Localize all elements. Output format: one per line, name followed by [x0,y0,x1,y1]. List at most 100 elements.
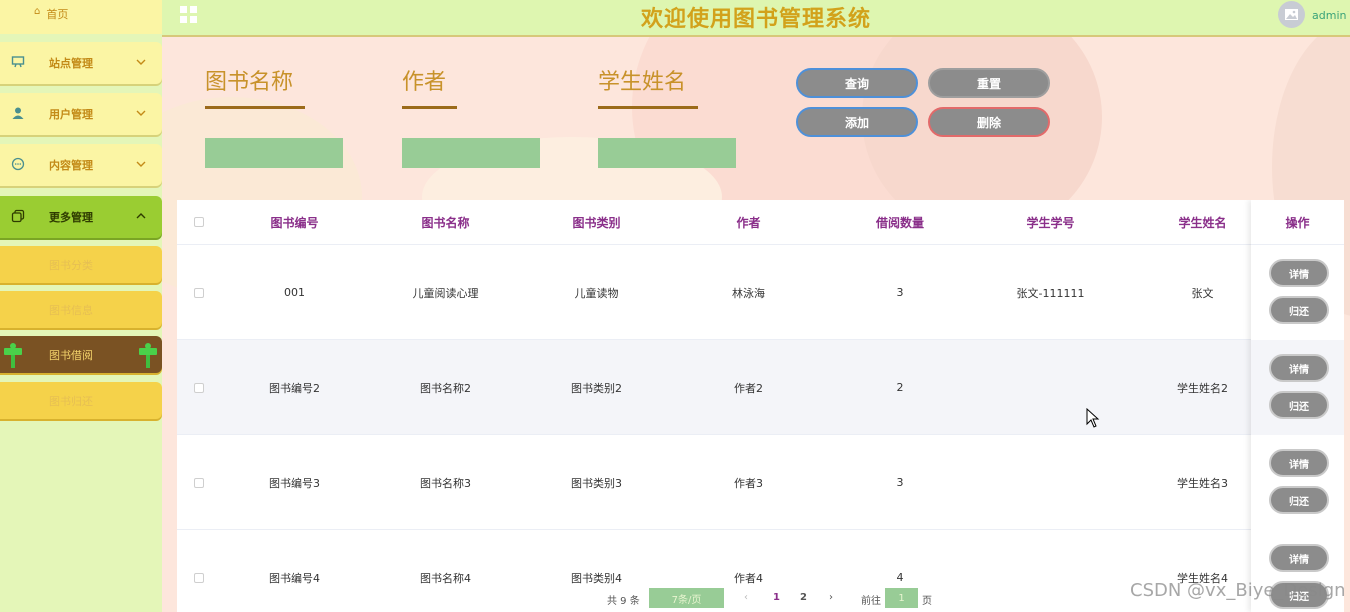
return-button[interactable]: 归还 [1269,486,1329,514]
data-table: 图书编号 图书名称 图书类别 作者 借阅数量 学生学号 学生姓名 001 儿童阅… [177,200,1344,612]
sidebar-subitem-book-category[interactable]: 图书分类 [0,246,162,283]
prev-page-button[interactable]: ‹ [744,592,748,603]
cell-author: 作者3 [734,476,763,490]
return-button[interactable]: 归还 [1269,391,1329,419]
row-checkbox[interactable] [194,288,204,298]
row-checkbox[interactable] [194,573,204,583]
chevron-down-icon [134,106,148,120]
goto-page-input[interactable]: 1 [885,588,918,608]
sidebar-subitem-label: 图书归还 [49,394,93,408]
home-icon: ⌂ [34,6,41,17]
column-header[interactable]: 图书编号 [219,200,370,245]
query-button[interactable]: 查询 [796,68,918,98]
detail-button[interactable]: 详情 [1269,449,1329,477]
next-page-button[interactable]: › [829,592,833,603]
student-name-input[interactable] [598,138,736,168]
chevron-up-icon [134,209,148,223]
cell-borrow-count: 3 [896,476,904,489]
book-name-input[interactable] [205,138,343,168]
page-unit-label: 页 [922,596,932,607]
page-number[interactable]: 2 [800,592,807,603]
cell-book-category: 图书类别3 [571,476,622,490]
column-header[interactable]: 图书名称 [370,200,521,245]
search-label-student-name: 学生姓名 [598,70,687,95]
detail-button[interactable]: 详情 [1269,354,1329,382]
cell-book-name: 图书名称3 [420,476,471,490]
search-label-underline [205,106,305,109]
sidebar-menu-more[interactable]: 更多管理 [0,196,162,238]
table-header-row: 图书编号 图书名称 图书类别 作者 借阅数量 学生学号 学生姓名 [177,200,1344,245]
cell-author: 林泳海 [732,286,765,300]
cell-book-id: 图书编号3 [269,476,320,490]
return-button[interactable]: 归还 [1269,296,1329,324]
row-checkbox[interactable] [194,478,204,488]
add-button[interactable]: 添加 [796,107,918,137]
detail-button[interactable]: 详情 [1269,259,1329,287]
sidebar-subitem-label: 图书借阅 [49,348,93,362]
cell-book-id: 图书编号2 [269,381,320,395]
mouse-cursor-icon [1086,407,1100,428]
sidebar-subitem-label: 图书分类 [49,258,93,272]
column-header[interactable]: 借阅数量 [825,200,975,245]
copy-icon [10,209,26,225]
page-number[interactable]: 1 [773,592,780,603]
sidebar-menu-label: 更多管理 [49,211,93,224]
cell-student-id: 张文-111111 [1016,286,1085,300]
row-checkbox[interactable] [194,383,204,393]
detail-button[interactable]: 详情 [1269,544,1329,572]
search-label-author: 作者 [402,70,447,95]
table-row: 图书编号3 图书名称3 图书类别3 作者3 3 学生姓名3 [177,435,1344,530]
cell-book-name: 儿童阅读心理 [412,286,479,300]
sidebar-menu-user[interactable]: 用户管理 [0,93,162,135]
column-header[interactable]: 图书类别 [521,200,672,245]
watermark: CSDN @vx_Biye_Design [1130,580,1346,601]
sidebar-menu-content[interactable]: 内容管理 [0,144,162,186]
page-size-select[interactable]: 7条/页 [649,588,724,608]
cell-book-id: 001 [284,286,305,299]
sidebar-subitem-book-return[interactable]: 图书归还 [0,382,162,419]
sidebar-subitem-book-borrow[interactable]: 图书借阅 [0,336,162,373]
chat-icon [10,157,26,173]
user-icon [10,106,26,122]
sidebar-menu-label: 站点管理 [49,57,93,70]
cell-book-category: 儿童读物 [574,286,619,300]
column-header[interactable]: 学生学号 [975,200,1126,245]
monitor-icon [10,55,26,71]
cell-student-id [975,340,1126,435]
cell-borrow-count: 2 [896,381,904,394]
sidebar-menu-label: 用户管理 [49,108,93,121]
cell-student-id [975,435,1126,530]
chevron-down-icon [134,55,148,69]
sidebar-item-home[interactable]: ⌂ 首页 [0,0,162,34]
username[interactable]: admin [1312,9,1346,22]
tree-sign-icon [137,342,159,368]
goto-label: 前往 [861,596,881,607]
cell-author: 作者2 [734,381,763,395]
cell-book-category: 图书类别2 [571,381,622,395]
search-label-book-name: 图书名称 [205,70,294,95]
table-row: 001 儿童阅读心理 儿童读物 林泳海 3 张文-111111 张文 [177,245,1344,340]
author-input[interactable] [402,138,540,168]
tree-sign-icon [2,342,24,368]
sidebar-subitem-book-info[interactable]: 图书信息 [0,291,162,328]
sidebar-menu-site[interactable]: 站点管理 [0,42,162,84]
table-row: 图书编号2 图书名称2 图书类别2 作者2 2 学生姓名2 [177,340,1344,435]
page-title: 欢迎使用图书管理系统 [640,7,871,32]
reset-button[interactable]: 重置 [928,68,1050,98]
column-header-operations: 操作 [1251,200,1344,245]
operations-column: 操作 详情 归还 详情 归还 详情 归还 详情 归还 [1251,200,1344,612]
sidebar-item-label: 首页 [46,8,69,21]
sidebar: ⌂ 首页 站点管理 用户管理 内容管理 更多管理 图书分类 图书信息 图书借阅 … [0,0,162,612]
top-header: 欢迎使用图书管理系统 admin [162,0,1350,37]
select-all-checkbox[interactable] [194,217,204,227]
avatar[interactable] [1278,1,1305,28]
column-header[interactable]: 作者 [672,200,825,245]
cell-borrow-count: 3 [896,286,904,299]
search-label-underline [402,106,457,109]
sidebar-subitem-label: 图书信息 [49,303,93,317]
pagination-total: 共 9 条 [607,596,640,607]
cell-book-name: 图书名称2 [420,381,471,395]
sidebar-menu-label: 内容管理 [49,159,93,172]
chevron-down-icon [134,157,148,171]
delete-button[interactable]: 删除 [928,107,1050,137]
